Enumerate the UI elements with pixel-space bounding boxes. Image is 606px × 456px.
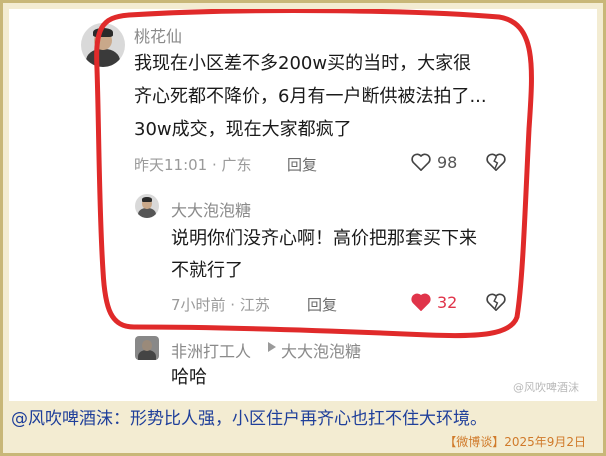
source-label: 【微博谈】2025年9月2日 [444,435,586,449]
highlight-loop [94,9,534,339]
caption-bar: @风吹啤酒沫：形势比人强，小区住户再齐心也扛不住大环境。 [9,401,597,431]
caption-text: @风吹啤酒沫：形势比人强，小区住户再齐心也扛不住大环境。 [11,409,487,429]
comment-screenshot: 桃花仙 我现在小区差不多200w买的当时，大家很 齐心死都不降价，6月有一户断供… [9,9,597,401]
